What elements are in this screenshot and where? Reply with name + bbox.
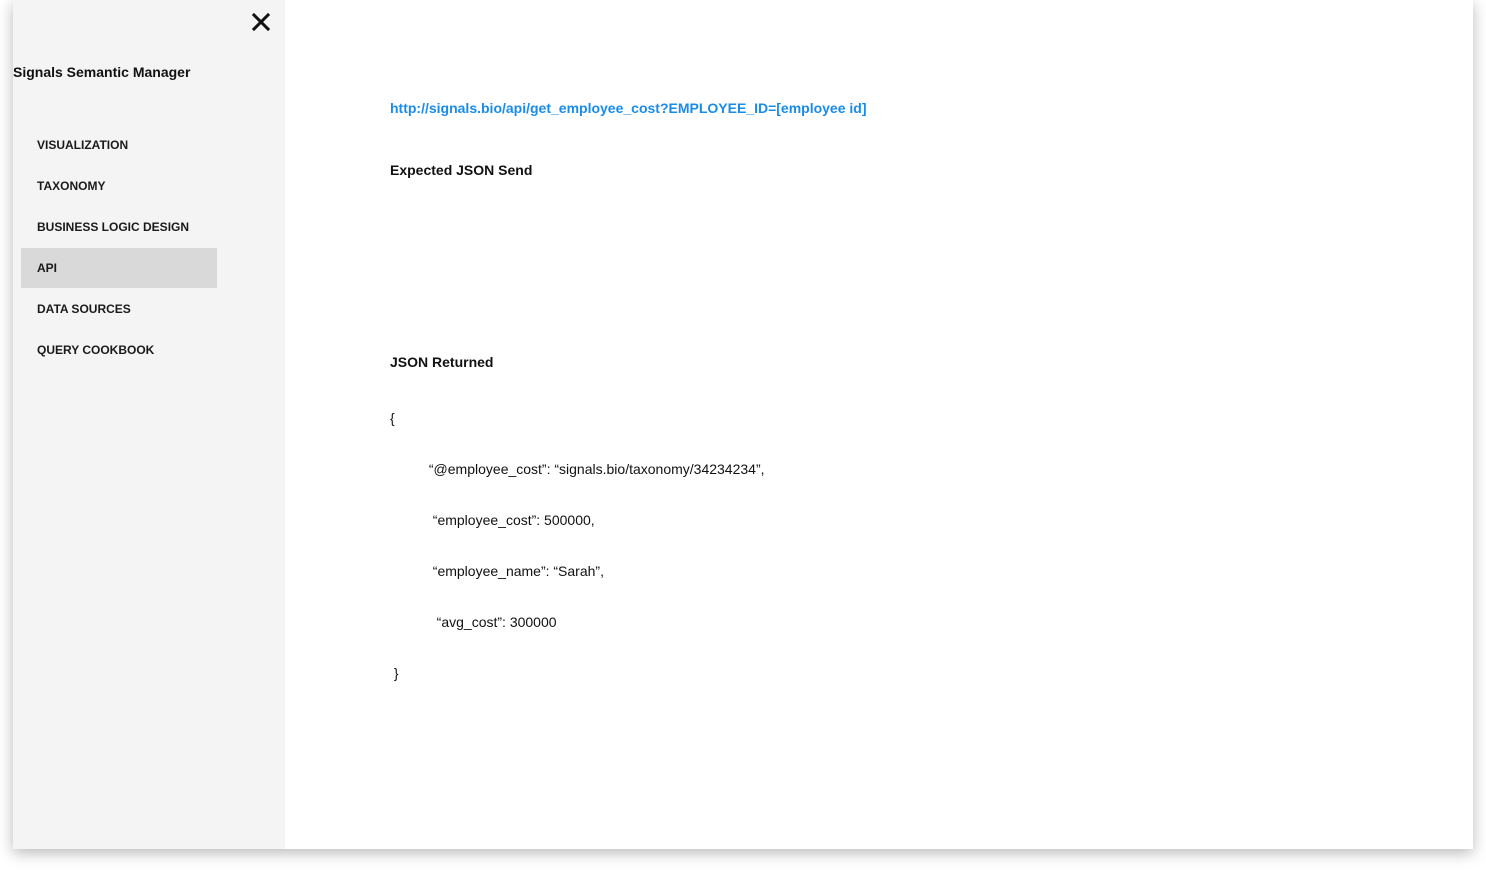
sidebar-item-label: DATA SOURCES: [37, 302, 131, 316]
sidebar-item-visualization[interactable]: VISUALIZATION: [21, 125, 217, 165]
json-returned-title: JSON Returned: [390, 354, 494, 370]
app-window: Signals Semantic Manager VISUALIZATION T…: [13, 0, 1473, 849]
json-line: “employee_cost”: 500000,: [390, 512, 595, 528]
close-icon[interactable]: [249, 10, 273, 34]
sidebar-item-taxonomy[interactable]: TAXONOMY: [21, 166, 217, 206]
app-title: Signals Semantic Manager: [13, 64, 191, 80]
sidebar-item-label: QUERY COOKBOOK: [37, 343, 155, 357]
sidebar-nav: VISUALIZATION TAXONOMY BUSINESS LOGIC DE…: [21, 125, 217, 371]
api-endpoint-link[interactable]: http://signals.bio/api/get_employee_cost…: [390, 100, 867, 116]
sidebar: Signals Semantic Manager VISUALIZATION T…: [13, 0, 285, 849]
sidebar-item-label: TAXONOMY: [37, 179, 106, 193]
sidebar-item-query-cookbook[interactable]: QUERY COOKBOOK: [21, 330, 217, 370]
expected-json-send-title: Expected JSON Send: [390, 162, 533, 178]
json-line: }: [390, 665, 399, 681]
json-line: “avg_cost”: 300000: [390, 614, 557, 630]
sidebar-item-data-sources[interactable]: DATA SOURCES: [21, 289, 217, 329]
sidebar-item-label: API: [37, 261, 58, 275]
sidebar-item-api[interactable]: API: [21, 248, 217, 288]
sidebar-item-label: VISUALIZATION: [37, 138, 129, 152]
json-returned-code: { “@employee_cost”: “signals.bio/taxonom…: [390, 376, 765, 716]
json-line: “employee_name”: “Sarah”,: [390, 563, 604, 579]
sidebar-item-label: BUSINESS LOGIC DESIGN: [37, 220, 190, 234]
sidebar-item-business-logic-design[interactable]: BUSINESS LOGIC DESIGN: [21, 207, 217, 247]
json-line: “@employee_cost”: “signals.bio/taxonomy/…: [390, 461, 765, 477]
json-line: {: [390, 410, 395, 426]
